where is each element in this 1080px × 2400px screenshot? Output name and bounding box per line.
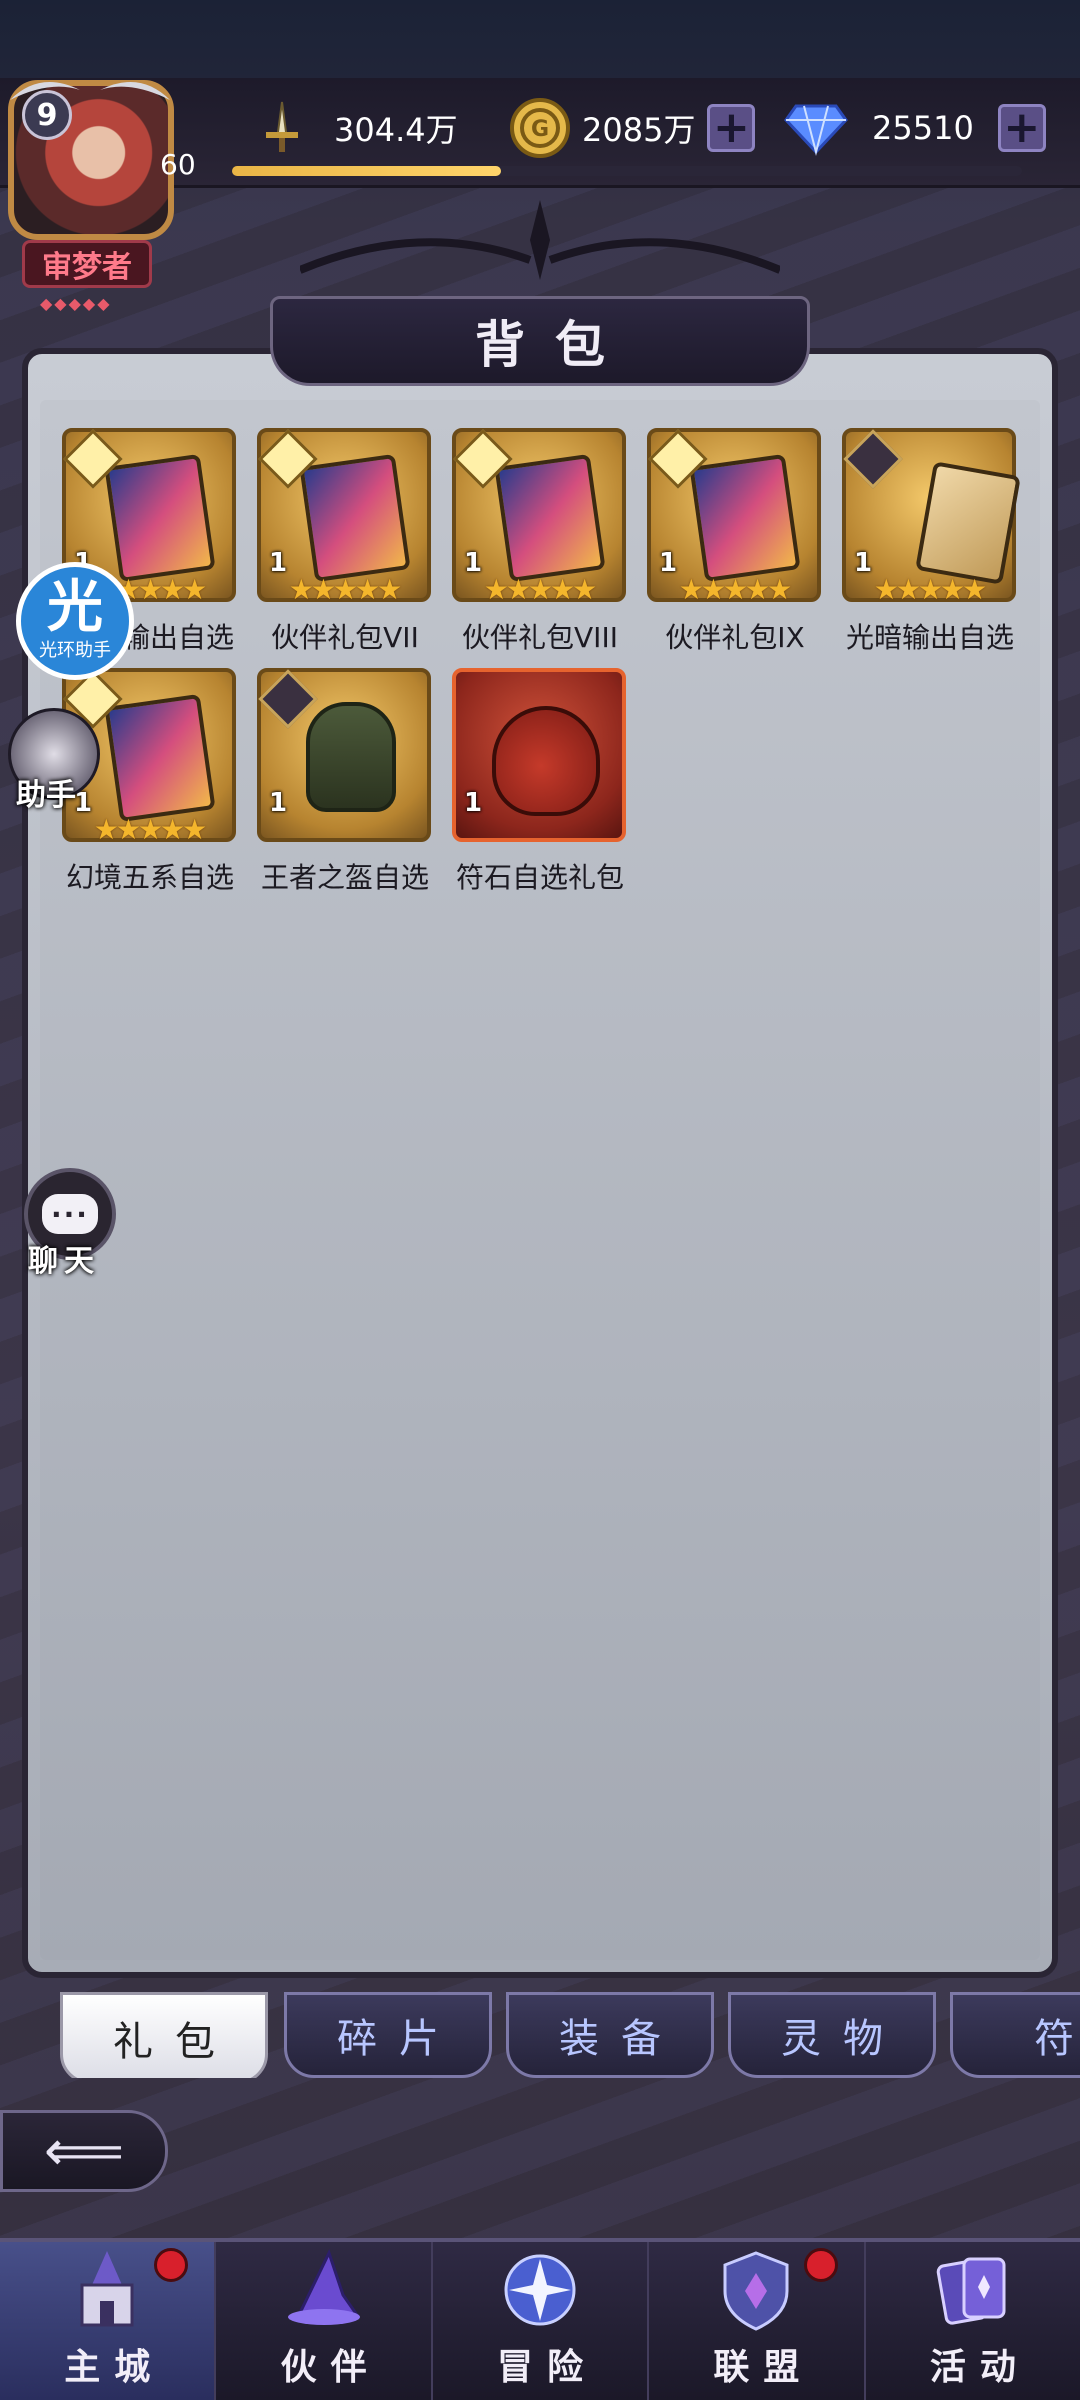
notification-dot: [803, 2248, 838, 2282]
partner-card-icon: [494, 453, 606, 583]
item-label: 王者之盔自选: [260, 861, 429, 894]
castle-icon: [59, 2242, 155, 2338]
nav-main-city[interactable]: 主城: [0, 2242, 217, 2400]
partner-card-icon: [104, 453, 216, 583]
sun-corner-icon: [843, 429, 903, 489]
tab-fragments[interactable]: 碎片: [284, 1992, 492, 2078]
item-slot[interactable]: 1 ★★★★★ 伙伴礼包VII: [257, 428, 435, 656]
gold-coin-icon: G: [508, 96, 572, 160]
sword-icon: [250, 96, 314, 160]
tab-runes[interactable]: 符: [950, 1992, 1080, 2078]
vip-level-badge: 9: [22, 90, 72, 140]
gem-corner-icon: [258, 669, 318, 729]
item-slot[interactable]: 1 ★★★★★ 光暗输出自选: [842, 428, 1021, 656]
item-stars: ★★★★★: [678, 573, 793, 606]
power-value: 304.4万: [334, 111, 458, 149]
panel-title-bar: 背包: [270, 296, 810, 386]
item-tile[interactable]: 1 ★★★★★: [257, 428, 431, 606]
item-tile[interactable]: 1 ★★★★★: [647, 428, 821, 606]
light-dark-card-icon: [915, 461, 1021, 585]
item-slot[interactable]: 1 ★★★★★ 伙伴礼包VIII: [452, 428, 630, 656]
nav-label: 联盟: [713, 2347, 814, 2388]
item-slot[interactable]: 1 王者之盔自选: [257, 668, 435, 896]
nav-label: 活动: [929, 2347, 1030, 2388]
helmet-icon: [306, 702, 396, 812]
item-slot[interactable]: 1 符石自选礼包: [452, 668, 630, 896]
panel-title: 背包: [475, 316, 635, 374]
nav-label: 冒险: [497, 2347, 598, 2388]
item-stars: ★★★★★: [483, 573, 598, 606]
gold-value: 2085万: [582, 111, 696, 149]
item-count: 1: [464, 788, 483, 818]
item-label: 光暗输出自选: [845, 621, 1014, 654]
aura-assistant-glyph: 光: [47, 575, 103, 640]
category-tabs: 礼包 碎片 装备 灵物 符: [54, 1992, 1080, 2078]
diamond-display: 25510 +: [784, 100, 1046, 156]
nav-events[interactable]: 活动: [866, 2242, 1080, 2400]
compass-star-icon: [492, 2242, 588, 2338]
tab-equipment[interactable]: 装备: [506, 1992, 714, 2078]
add-diamond-button[interactable]: +: [997, 104, 1046, 152]
xp-bar: [232, 166, 1022, 176]
item-label: 伙伴礼包IX: [665, 621, 805, 654]
add-gold-button[interactable]: +: [707, 104, 756, 152]
gold-display: G 2085万 +: [508, 98, 756, 158]
diamond-icon: [784, 96, 848, 160]
cards-icon: [925, 2242, 1021, 2338]
tab-gift-pack[interactable]: 礼包: [60, 1992, 268, 2078]
item-tile[interactable]: 1 ★★★★★: [842, 428, 1021, 606]
nav-adventure[interactable]: 冒险: [433, 2242, 650, 2400]
item-label: 符石自选礼包: [455, 861, 624, 894]
chat-bubble-icon: ···: [42, 1194, 98, 1234]
partner-card-icon: [689, 453, 801, 583]
back-arrow-icon: ⟸: [43, 2118, 125, 2184]
power-display: 304.4万: [250, 100, 458, 156]
shield-crest-icon: [708, 2242, 804, 2338]
back-button[interactable]: ⟸: [0, 2110, 168, 2192]
diamond-value: 25510: [872, 109, 974, 147]
nav-label: 伙伴: [280, 2347, 381, 2388]
svg-text:G: G: [531, 117, 549, 142]
bottom-nav: 主城 伙伴 冒险 联盟 活动: [0, 2238, 1080, 2400]
item-tile[interactable]: 1: [452, 668, 626, 842]
item-tile[interactable]: 1 ★★★★★: [452, 428, 626, 606]
helper-label: 助手: [16, 778, 76, 813]
player-title-badge[interactable]: 审梦者: [22, 240, 152, 288]
moon-ornament-icon: [300, 200, 780, 280]
aura-assistant-button[interactable]: 光 光环助手: [16, 562, 134, 680]
chat-label: 聊天: [28, 1244, 100, 1279]
item-stars: ★★★★★: [288, 573, 403, 606]
tab-spirits[interactable]: 灵物: [728, 1992, 936, 2078]
nav-label: 主城: [64, 2347, 165, 2388]
xp-bar-fill: [232, 166, 501, 176]
item-stars: ★★★★★: [93, 813, 208, 846]
nav-partners[interactable]: 伙伴: [216, 2242, 433, 2400]
item-tile[interactable]: 1: [257, 668, 431, 842]
item-label: 幻境五系自选: [65, 861, 234, 894]
title-rank-icon: ◆◆◆◆◆: [40, 294, 112, 313]
item-count: 1: [269, 788, 288, 818]
item-slot[interactable]: 1 ★★★★★ 伙伴礼包IX: [647, 428, 825, 656]
partner-card-icon: [299, 453, 411, 583]
item-label: 伙伴礼包VIII: [462, 621, 618, 654]
wizard-hat-icon: [276, 2242, 372, 2338]
nav-alliance[interactable]: 联盟: [649, 2242, 866, 2400]
player-level: 60: [160, 148, 196, 181]
item-label: 伙伴礼包VII: [271, 621, 419, 654]
item-stars: ★★★★★: [873, 573, 988, 606]
notification-dot: [154, 2248, 189, 2282]
partner-card-icon: [104, 693, 216, 823]
aura-assistant-label: 光环助手: [39, 640, 111, 661]
rune-bag-icon: [492, 706, 600, 816]
